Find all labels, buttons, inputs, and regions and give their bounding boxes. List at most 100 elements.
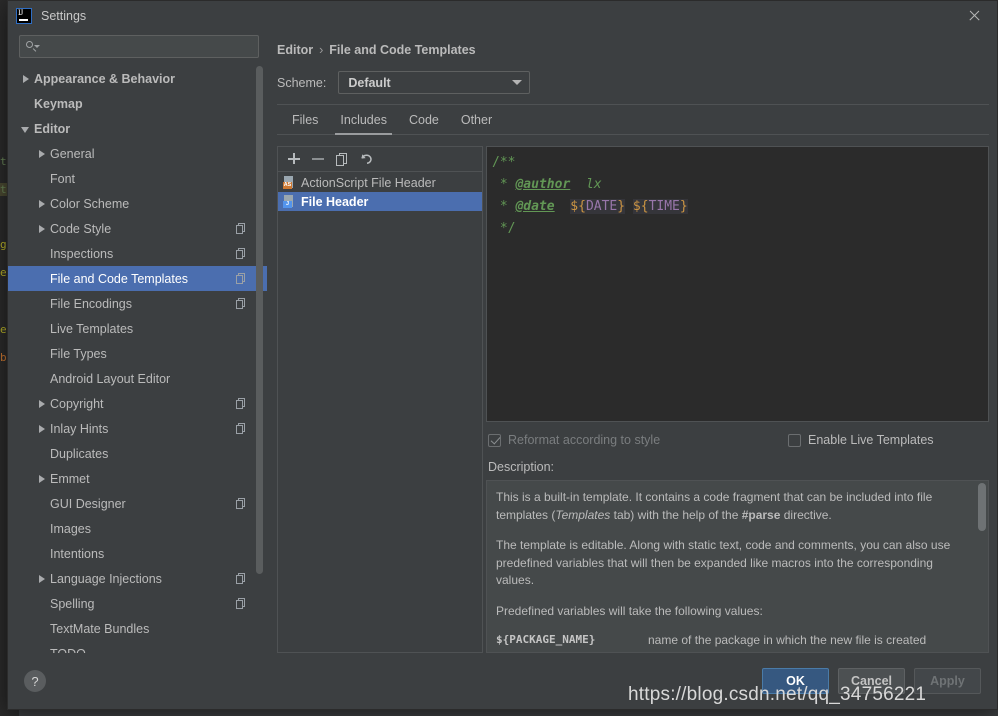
sidebar-item-label: File Encodings bbox=[50, 296, 132, 311]
revert-template-button[interactable] bbox=[355, 149, 377, 169]
sidebar-item-gui-designer[interactable]: GUI Designer bbox=[8, 491, 267, 516]
sidebar-item-images[interactable]: Images bbox=[8, 516, 267, 541]
chevron-right-icon[interactable] bbox=[37, 199, 50, 209]
chevron-down-icon[interactable] bbox=[21, 124, 34, 134]
sidebar-item-label: Appearance & Behavior bbox=[34, 71, 176, 86]
sidebar-item-keymap[interactable]: Keymap bbox=[8, 91, 267, 116]
code-token-comment: * bbox=[492, 199, 516, 214]
template-list-item[interactable]: J File Header bbox=[278, 192, 482, 211]
sidebar-item-intentions[interactable]: Intentions bbox=[8, 541, 267, 566]
code-token-tag: @date bbox=[515, 199, 555, 214]
sidebar-item-label: Font bbox=[50, 171, 76, 186]
sidebar-item-live-templates[interactable]: Live Templates bbox=[8, 316, 267, 341]
sidebar-item-android-layout-editor[interactable]: Android Layout Editor bbox=[8, 366, 267, 391]
scheme-row: Scheme: Default bbox=[277, 57, 997, 94]
reformat-checkbox[interactable]: Reformat according to style bbox=[488, 433, 788, 447]
sidebar-item-copyright[interactable]: Copyright bbox=[8, 391, 267, 416]
code-line: * @author lx bbox=[492, 174, 988, 196]
sidebar-item-language-injections[interactable]: Language Injections bbox=[8, 566, 267, 591]
copy-icon bbox=[236, 598, 247, 609]
sidebar-item-emmet[interactable]: Emmet bbox=[8, 466, 267, 491]
sidebar-item-label: Images bbox=[50, 521, 91, 536]
sidebar-item-duplicates[interactable]: Duplicates bbox=[8, 441, 267, 466]
add-template-button[interactable] bbox=[283, 149, 305, 169]
sidebar-item-file-and-code-templates[interactable]: File and Code Templates bbox=[8, 266, 267, 291]
template-list-item[interactable]: AS ActionScript File Header bbox=[278, 173, 482, 192]
template-list: AS ActionScript File Header J File Header bbox=[278, 172, 482, 652]
description-italic-templates: Templates bbox=[555, 507, 611, 522]
code-token-macro-name: TIME bbox=[648, 199, 680, 214]
sidebar-item-label: File and Code Templates bbox=[50, 271, 189, 286]
chevron-right-icon[interactable] bbox=[37, 474, 50, 484]
dialog-body: Appearance & Behavior Keymap Editor General… bbox=[8, 30, 997, 653]
search-input[interactable] bbox=[40, 38, 252, 55]
cancel-button[interactable]: Cancel bbox=[838, 668, 905, 694]
ok-button[interactable]: OK bbox=[762, 668, 829, 694]
sidebar-item-textmate-bundles[interactable]: TextMate Bundles bbox=[8, 616, 267, 641]
sidebar-item-color-scheme[interactable]: Color Scheme bbox=[8, 191, 267, 216]
copy-icon bbox=[236, 498, 247, 509]
code-token-comment bbox=[555, 199, 571, 214]
description-paragraph-3: Predefined variables will take the follo… bbox=[496, 603, 763, 618]
chevron-right-icon[interactable] bbox=[37, 149, 50, 159]
sidebar-item-code-style[interactable]: Code Style bbox=[8, 216, 267, 241]
template-code-editor[interactable]: /** * @author lx * @date ${DATE} ${TIME}… bbox=[486, 146, 989, 422]
breadcrumb: Editor › File and Code Templates bbox=[277, 30, 997, 57]
close-icon[interactable] bbox=[965, 7, 983, 25]
scheme-dropdown[interactable]: Default bbox=[338, 71, 531, 94]
tab-other[interactable]: Other bbox=[450, 105, 503, 134]
variable-description: name of the package in which the new fil… bbox=[648, 633, 927, 647]
description-text-b: tab) with the help of the bbox=[610, 507, 742, 522]
chevron-right-icon[interactable] bbox=[37, 574, 50, 584]
breadcrumb-separator-icon: › bbox=[319, 43, 324, 57]
search-box[interactable] bbox=[19, 35, 259, 58]
template-editor-column: /** * @author lx * @date ${DATE} ${TIME}… bbox=[486, 146, 989, 653]
sidebar-scrollbar[interactable] bbox=[256, 66, 263, 574]
sidebar-item-font[interactable]: Font bbox=[8, 166, 267, 191]
sidebar-item-appearance-behavior[interactable]: Appearance & Behavior bbox=[8, 66, 267, 91]
sidebar-item-inlay-hints[interactable]: Inlay Hints bbox=[8, 416, 267, 441]
template-list-panel: AS ActionScript File Header J File Header bbox=[277, 146, 483, 653]
sidebar-item-label: Code Style bbox=[50, 221, 112, 236]
scheme-label: Scheme: bbox=[277, 75, 327, 90]
copy-icon bbox=[236, 298, 247, 309]
chevron-right-icon[interactable] bbox=[37, 424, 50, 434]
sidebar-item-file-encodings[interactable]: File Encodings bbox=[8, 291, 267, 316]
code-token-comment bbox=[625, 199, 633, 214]
help-button[interactable]: ? bbox=[24, 670, 46, 692]
tab-includes[interactable]: Includes bbox=[329, 105, 398, 135]
copy-template-button[interactable] bbox=[331, 149, 353, 169]
description-label: Description: bbox=[488, 460, 554, 474]
code-line: */ bbox=[492, 218, 988, 240]
checkbox-box bbox=[488, 433, 501, 447]
copy-icon bbox=[236, 273, 247, 284]
sidebar-item-inspections[interactable]: Inspections bbox=[8, 241, 267, 266]
sidebar-item-file-types[interactable]: File Types bbox=[8, 341, 267, 366]
remove-template-button[interactable] bbox=[307, 149, 329, 169]
chevron-right-icon[interactable] bbox=[37, 224, 50, 234]
sidebar-item-todo[interactable]: TODO bbox=[8, 641, 267, 654]
template-list-item-label: ActionScript File Header bbox=[301, 175, 436, 190]
sidebar-item-general[interactable]: General bbox=[8, 141, 267, 166]
description-scrollbar[interactable] bbox=[978, 483, 986, 531]
sidebar-item-spelling[interactable]: Spelling bbox=[8, 591, 267, 616]
breadcrumb-parent[interactable]: Editor bbox=[277, 43, 313, 57]
tab-code[interactable]: Code bbox=[398, 105, 450, 134]
chevron-right-icon[interactable] bbox=[37, 399, 50, 409]
sidebar-item-editor[interactable]: Editor bbox=[8, 116, 267, 141]
chevron-down-icon bbox=[512, 80, 523, 85]
live-templates-checkbox[interactable]: Enable Live Templates bbox=[788, 433, 934, 447]
tab-files[interactable]: Files bbox=[281, 105, 329, 134]
description-panel: This is a built-in template. It contains… bbox=[486, 480, 989, 653]
settings-dialog: Settings Appearance & Behavior Keymap Edit… bbox=[7, 0, 998, 710]
chevron-right-icon[interactable] bbox=[21, 74, 34, 84]
search-icon bbox=[26, 40, 40, 53]
file-template-icon: J bbox=[283, 195, 295, 208]
